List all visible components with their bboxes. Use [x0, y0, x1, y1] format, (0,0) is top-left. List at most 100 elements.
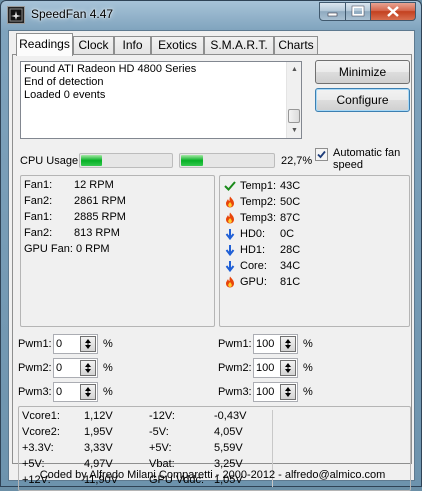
fan-speeds-group: Fan1: 12 RPM Fan2: 2861 RPM Fan1: 2885 RPM …: [20, 175, 215, 327]
minimize-button[interactable]: Minimize: [315, 60, 410, 84]
fan-row: Fan2: 813 RPM: [24, 227, 120, 239]
cpu-usage-label: CPU Usage: [20, 155, 79, 167]
temp-name: Temp3:: [240, 212, 277, 224]
pwm2-stepper[interactable]: 100: [253, 358, 298, 378]
fan-row: Fan2: 2861 RPM: [24, 195, 126, 207]
pwm3-stepper[interactable]: 0: [53, 382, 98, 402]
flame-icon: [226, 196, 234, 208]
minimize-glyph-icon: [327, 12, 338, 17]
tab-readings[interactable]: Readings: [16, 33, 73, 56]
tab-smart[interactable]: S.M.A.R.T.: [204, 36, 274, 55]
pwm-value: 100: [256, 338, 275, 350]
stepper-arrows-icon[interactable]: [280, 384, 296, 400]
fan-name: Fan1:: [24, 179, 53, 191]
temp-value: 34C: [280, 260, 301, 272]
pwm2-label: Pwm2:: [218, 362, 252, 374]
fan-row: Fan1: 2885 RPM: [24, 211, 126, 223]
credits-footer: Coded by Alfredo Milani Comparetti - 200…: [39, 469, 386, 481]
temp-value: 0C: [280, 228, 295, 240]
down-arrow-icon: [225, 229, 235, 240]
pwm3-stepper[interactable]: 100: [253, 382, 298, 402]
pwm1-label: Pwm1:: [18, 338, 52, 350]
pwm1-stepper[interactable]: 100: [253, 334, 298, 354]
percent-unit: %: [303, 338, 313, 350]
temp-value: 43C: [280, 180, 301, 192]
percent-unit: %: [303, 362, 313, 374]
log-line: Loaded 0 events: [24, 89, 106, 101]
voltage-name: Vcore1:: [22, 410, 60, 422]
cpu-usage-value: 22,7%: [281, 155, 313, 167]
fan-value: 2861 RPM: [74, 195, 126, 207]
voltage-row: +5V: 5,59V: [149, 442, 243, 454]
percent-unit: %: [303, 386, 313, 398]
temp-value: 87C: [280, 212, 301, 224]
stepper-arrows-icon[interactable]: [80, 360, 96, 376]
window-title: SpeedFan 4.47: [31, 7, 114, 21]
client-area: Readings Clock Info Exotics S.M.A.R.T. C…: [8, 30, 415, 491]
voltage-row: +3.3V: 3,33V: [22, 442, 113, 454]
pwm2-label: Pwm2:: [18, 362, 52, 374]
scroll-thumb[interactable]: [288, 109, 300, 123]
check-icon: [224, 181, 236, 191]
fan-row: GPU Fan: 0 RPM: [24, 243, 110, 255]
stepper-arrows-icon[interactable]: [80, 384, 96, 400]
pwm1-stepper[interactable]: 0: [53, 334, 98, 354]
temp-value: 28C: [280, 244, 301, 256]
temp-name: GPU:: [240, 276, 267, 288]
fan-name: Fan1:: [24, 211, 53, 223]
voltage-value: -0,43V: [214, 410, 247, 422]
scroll-up-icon[interactable]: ▲: [287, 62, 302, 77]
temp-name: Temp1:: [240, 180, 277, 192]
tab-charts[interactable]: Charts: [274, 36, 318, 55]
fan-name: Fan2:: [24, 195, 53, 207]
voltage-value: 3,33V: [84, 442, 113, 454]
log-scrollbar[interactable]: ▲ ▼: [286, 62, 301, 138]
voltage-row: Vcore2: 1,95V: [22, 426, 113, 438]
temp-name: Temp2:: [240, 196, 277, 208]
event-log[interactable]: Found ATI Radeon HD 4800 Series End of d…: [20, 61, 302, 139]
down-arrow-icon: [225, 245, 235, 256]
pwm3-label: Pwm3:: [218, 386, 252, 398]
voltage-row: -5V: 4,05V: [149, 426, 243, 438]
fan-name: GPU Fan:: [24, 243, 73, 255]
scroll-down-icon[interactable]: ▼: [287, 123, 302, 138]
automatic-fan-speed-checkbox[interactable]: [315, 148, 328, 161]
close-window-button[interactable]: [370, 2, 416, 21]
pwm-value: 0: [56, 362, 63, 374]
log-line: Found ATI Radeon HD 4800 Series: [24, 63, 197, 75]
voltage-name: -12V:: [149, 410, 175, 422]
pwm-value: 0: [56, 386, 63, 398]
cpu-usage-bar-1: [79, 153, 173, 168]
stepper-arrows-icon[interactable]: [280, 360, 296, 376]
pwm-value: 100: [256, 362, 275, 374]
flame-icon: [226, 212, 234, 224]
temperatures-group: Temp1: 43C Temp2: 50C Temp3: 87C HD0: 0C HD1…: [219, 175, 410, 327]
voltage-value: 1,95V: [84, 426, 113, 438]
configure-button[interactable]: Configure: [315, 88, 410, 112]
fan-value: 813 RPM: [74, 227, 120, 239]
voltage-row: -12V: -0,43V: [149, 410, 246, 422]
temp-name: HD0:: [240, 228, 266, 240]
maximize-glyph-icon: [351, 5, 365, 17]
tab-exotics[interactable]: Exotics: [151, 36, 204, 55]
fan-value: 0 RPM: [75, 243, 110, 255]
pwm3-label: Pwm3:: [18, 386, 52, 398]
pwm-value: 0: [56, 338, 63, 350]
cpu-usage-fill: [181, 155, 203, 166]
tab-info[interactable]: Info: [114, 36, 151, 55]
voltage-row: Vcore1: 1,12V: [22, 410, 113, 422]
fan-name: Fan2:: [24, 227, 53, 239]
maximize-window-button[interactable]: [345, 2, 371, 21]
speedfan-app-icon[interactable]: [7, 6, 25, 24]
voltage-name: -5V:: [149, 426, 169, 438]
stepper-arrows-icon[interactable]: [80, 336, 96, 352]
temp-value: 81C: [280, 276, 301, 288]
cpu-usage-bar-2: [179, 153, 275, 168]
minimize-window-button[interactable]: [319, 2, 346, 21]
pwm2-stepper[interactable]: 0: [53, 358, 98, 378]
tab-clock[interactable]: Clock: [73, 36, 114, 55]
percent-unit: %: [103, 362, 113, 374]
stepper-arrows-icon[interactable]: [280, 336, 296, 352]
voltage-value: 4,05V: [214, 426, 243, 438]
title-bar[interactable]: SpeedFan 4.47: [1, 1, 421, 29]
